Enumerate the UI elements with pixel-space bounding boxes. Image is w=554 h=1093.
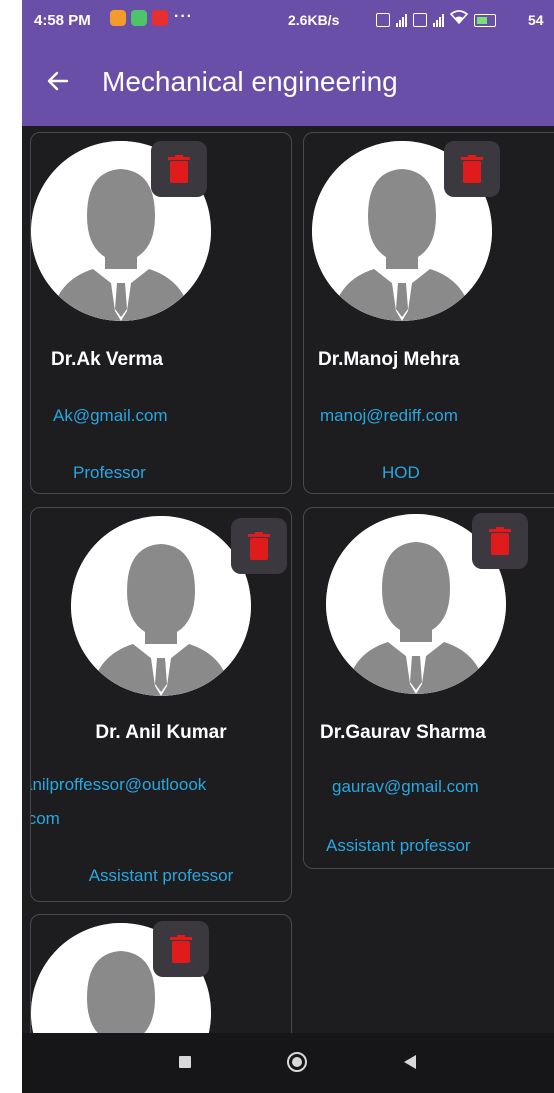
faculty-card[interactable]: Dr.Manoj Mehra manoj@rediff.com HOD: [303, 132, 554, 494]
arrow-left-icon[interactable]: [42, 68, 74, 100]
faculty-email: Ak@gmail.com: [53, 406, 168, 425]
trash-icon: [489, 527, 511, 555]
phone-screen: 4:58 PM ··· 2.6KB/s 54 Mechanical engine…: [22, 0, 554, 1093]
youtube-notification-icon: [152, 10, 168, 26]
faculty-card[interactable]: Dr.Gaurav Sharma gaurav@gmail.com Assist…: [303, 507, 554, 869]
download-notification-icon: [131, 10, 147, 26]
faculty-role: Professor: [73, 463, 146, 482]
delete-button[interactable]: [153, 921, 209, 977]
faculty-role: HOD: [382, 463, 420, 482]
network-speed: 2.6KB/s: [288, 12, 340, 28]
app-notification-icon: [110, 10, 126, 26]
faculty-role: Assistant professor: [326, 836, 471, 855]
status-bar: 4:58 PM ··· 2.6KB/s 54: [22, 0, 554, 40]
faculty-name: Dr. Anil Kumar: [95, 722, 227, 743]
faculty-name: Dr.Manoj Mehra: [318, 349, 460, 370]
status-time: 4:58 PM: [34, 12, 91, 29]
faculty-email-line2: .com: [31, 809, 60, 828]
faculty-name: Dr.Gaurav Sharma: [320, 722, 486, 743]
recent-apps-icon[interactable]: [179, 1056, 191, 1068]
trash-icon: [168, 155, 190, 183]
volte-icon: [376, 13, 390, 27]
faculty-card[interactable]: Dr. Anil Kumar anilproffessor@outloook .…: [30, 507, 292, 902]
faculty-card[interactable]: [30, 914, 292, 1033]
signal-bars-icon: [396, 13, 407, 27]
delete-button[interactable]: [231, 518, 287, 574]
avatar: [71, 516, 251, 696]
delete-button[interactable]: [151, 141, 207, 197]
trash-icon: [170, 935, 192, 963]
delete-button[interactable]: [472, 513, 528, 569]
trash-icon: [461, 155, 483, 183]
delete-button[interactable]: [444, 141, 500, 197]
faculty-role: Assistant professor: [88, 866, 234, 885]
app-bar: Mechanical engineering: [22, 40, 554, 126]
faculty-email-line1: anilproffessor@outloook: [30, 775, 207, 794]
wifi-icon: [449, 10, 469, 27]
faculty-name: Dr.Ak Verma: [51, 349, 163, 370]
signal-icons: [376, 10, 496, 27]
more-notifications-icon: ···: [174, 8, 193, 25]
volte-icon: [413, 13, 427, 27]
faculty-card[interactable]: Dr.Ak Verma Ak@gmail.com Professor: [30, 132, 292, 494]
trash-icon: [248, 532, 270, 560]
notification-icons: [110, 10, 168, 26]
battery-icon: [474, 14, 496, 27]
battery-percent: 54: [528, 12, 544, 28]
signal-bars-icon: [433, 13, 444, 27]
faculty-grid: Dr.Ak Verma Ak@gmail.com Professor Dr.Ma…: [22, 126, 554, 1033]
system-nav-bar: [22, 1033, 554, 1093]
home-icon[interactable]: [287, 1052, 307, 1072]
back-triangle-icon[interactable]: [404, 1055, 416, 1069]
page-title: Mechanical engineering: [102, 66, 398, 97]
faculty-email: manoj@rediff.com: [320, 406, 458, 425]
faculty-email: gaurav@gmail.com: [332, 777, 479, 796]
